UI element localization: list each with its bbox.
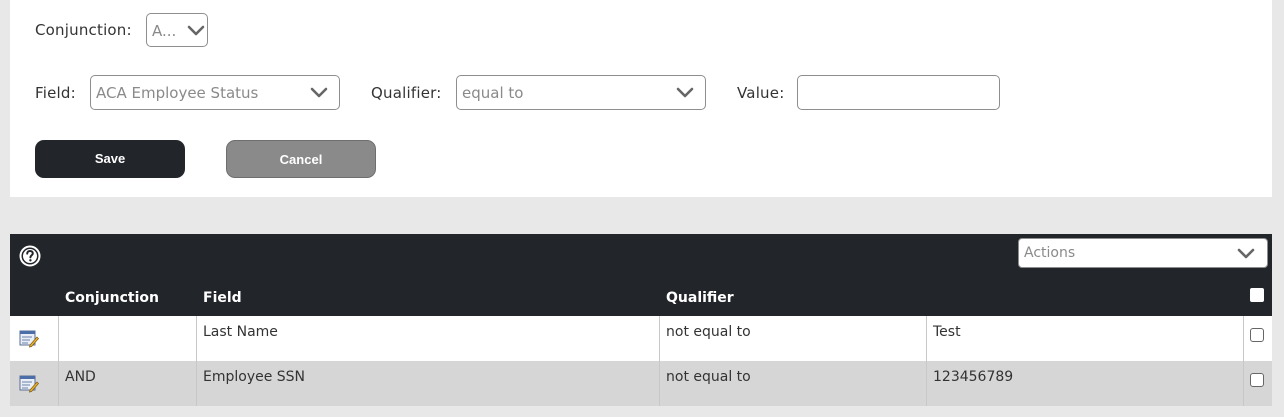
conjunction-select[interactable]: A... — [146, 13, 208, 47]
value-label: Value: — [737, 84, 785, 102]
chevron-down-icon — [310, 87, 328, 98]
field-value: Employee SSN — [203, 369, 306, 385]
chevron-down-icon — [676, 87, 694, 98]
edit-cell — [10, 316, 59, 361]
table-row: Last Name not equal to Test — [10, 316, 1272, 361]
column-header-field[interactable]: Field — [203, 290, 242, 306]
conjunction-cell: AND — [59, 361, 197, 406]
field-value: Last Name — [203, 324, 278, 340]
field-cell: Employee SSN — [197, 361, 660, 406]
table-row: AND Employee SSN not equal to 123456789 — [10, 361, 1272, 406]
cancel-button[interactable]: Cancel — [226, 140, 376, 178]
conjunction-label: Conjunction: — [35, 21, 132, 39]
chevron-down-icon — [187, 25, 205, 36]
criteria-grid: Actions Conjunction Field Qualifier Last… — [10, 234, 1272, 408]
row-checkbox[interactable] — [1250, 373, 1264, 387]
actions-select[interactable]: Actions — [1018, 238, 1268, 268]
qualifier-cell: not equal to — [660, 316, 927, 361]
conjunction-cell — [59, 316, 197, 361]
edit-record-icon[interactable] — [19, 373, 39, 393]
select-all-checkbox[interactable] — [1250, 288, 1264, 302]
value-input[interactable] — [797, 75, 1000, 110]
qualifier-label: Qualifier: — [371, 84, 442, 102]
field-cell: Last Name — [197, 316, 660, 361]
field-label: Field: — [35, 84, 76, 102]
row-checkbox[interactable] — [1250, 328, 1264, 342]
qualifier-value: not equal to — [666, 369, 751, 385]
criteria-value: 123456789 — [933, 369, 1014, 385]
conjunction-select-value: A... — [152, 22, 177, 40]
grid-header: Actions Conjunction Field Qualifier — [10, 234, 1272, 316]
conjunction-value: AND — [65, 369, 96, 385]
edit-record-icon[interactable] — [19, 328, 39, 348]
column-header-qualifier[interactable]: Qualifier — [666, 290, 734, 306]
value-cell: 123456789 — [927, 361, 1244, 406]
save-button[interactable]: Save — [35, 140, 185, 178]
field-select[interactable]: ACA Employee Status — [90, 75, 340, 110]
filter-form-panel: Conjunction: A... Field: ACA Employee St… — [10, 0, 1272, 197]
edit-cell — [10, 361, 59, 406]
help-circle-icon[interactable] — [19, 245, 41, 267]
criteria-value: Test — [933, 324, 961, 340]
qualifier-value: not equal to — [666, 324, 751, 340]
qualifier-cell: not equal to — [660, 361, 927, 406]
qualifier-select-value: equal to — [462, 84, 524, 102]
column-header-conjunction[interactable]: Conjunction — [65, 290, 159, 306]
field-select-value: ACA Employee Status — [96, 84, 259, 102]
qualifier-select[interactable]: equal to — [456, 75, 706, 110]
actions-select-value: Actions — [1024, 245, 1076, 261]
chevron-down-icon — [1237, 248, 1255, 259]
value-cell: Test — [927, 316, 1244, 361]
